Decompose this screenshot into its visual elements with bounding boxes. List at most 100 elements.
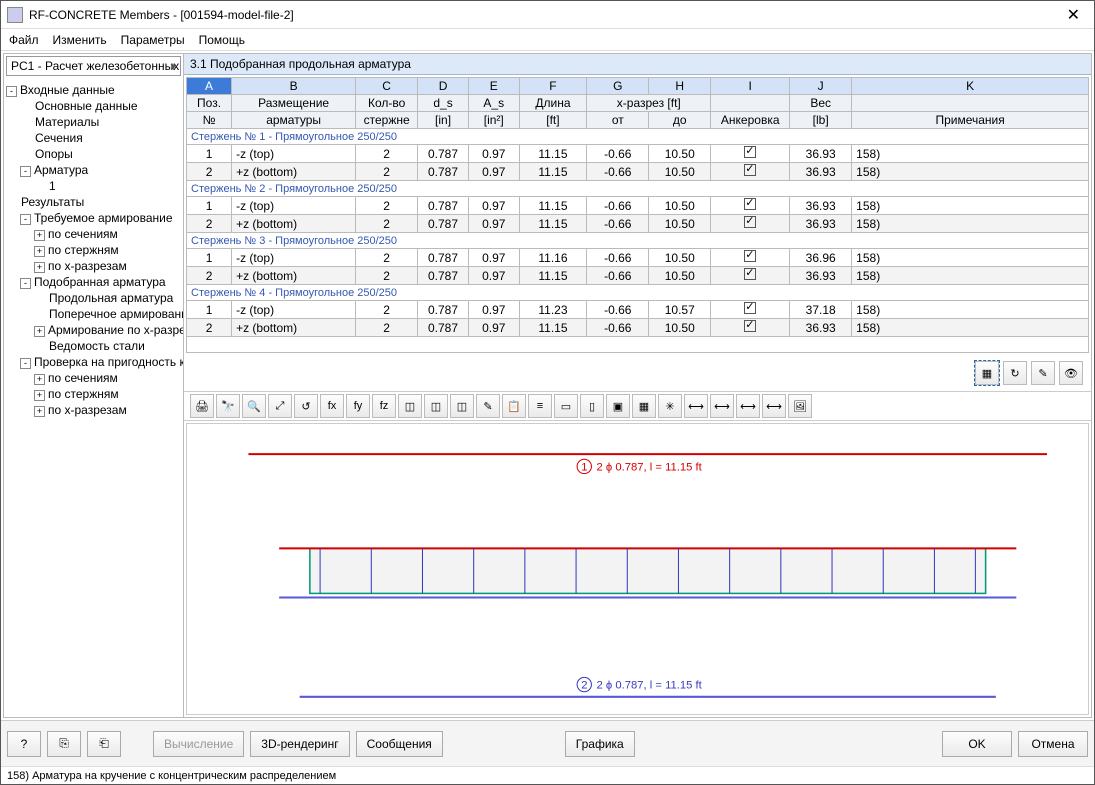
menu-edit[interactable]: Изменить: [53, 33, 107, 47]
rebar-top-num: 1: [581, 462, 587, 474]
export-button[interactable]: ⎘: [47, 731, 81, 757]
tree-node[interactable]: +по стержням: [6, 242, 181, 258]
tb-fy[interactable]: fy: [346, 394, 370, 418]
tree-node[interactable]: +по x-разрезам: [6, 258, 181, 274]
anchor-checkbox[interactable]: [744, 320, 756, 332]
group-row: Стержень № 4 - Прямоугольное 250/250: [187, 285, 1089, 301]
rebar-top-label: 2 ϕ 0.787, l = 11.15 ft: [597, 462, 703, 474]
calc-button[interactable]: Вычисление: [153, 731, 244, 757]
tb-box1[interactable]: ◫: [398, 394, 422, 418]
tb-dim1[interactable]: ⟷: [684, 394, 708, 418]
group-row: Стержень № 1 - Прямоугольное 250/250: [187, 129, 1089, 145]
tree-node[interactable]: +по стержням: [6, 386, 181, 402]
tb-fz[interactable]: fz: [372, 394, 396, 418]
h-scrollbar[interactable]: [184, 717, 1091, 718]
tb-layout2[interactable]: ▯: [580, 394, 604, 418]
menu-params[interactable]: Параметры: [121, 33, 185, 47]
nav-tree[interactable]: -Входные данныеОсновные данныеМатериалыС…: [4, 78, 183, 717]
window-title: RF-CONCRETE Members - [001594-model-file…: [29, 8, 1059, 22]
anchor-checkbox[interactable]: [744, 250, 756, 262]
results-table[interactable]: ABCDEFGHIJKПоз.РазмещениеКол-воd_sA_sДли…: [186, 77, 1089, 353]
anchor-checkbox[interactable]: [744, 302, 756, 314]
tree-node[interactable]: Основные данные: [6, 98, 181, 114]
tree-node[interactable]: Материалы: [6, 114, 181, 130]
table-row[interactable]: 1-z (top)20.7870.9711.16-0.6610.5036.961…: [187, 249, 1089, 267]
grid-btn-1[interactable]: ▦: [975, 361, 999, 385]
titlebar: RF-CONCRETE Members - [001594-model-file…: [1, 1, 1094, 29]
tree-node[interactable]: +по сечениям: [6, 226, 181, 242]
section-header: 3.1 Подобранная продольная арматура: [184, 54, 1091, 75]
tb-sep[interactable]: ≡: [528, 394, 552, 418]
anchor-checkbox[interactable]: [744, 216, 756, 228]
tree-node[interactable]: +по сечениям: [6, 370, 181, 386]
diagram-canvas[interactable]: 1 2 ϕ 0.787, l = 11.15 ft 2 2 ϕ 0.787, l…: [186, 423, 1089, 715]
tree-node[interactable]: +по x-разрезам: [6, 402, 181, 418]
rebar-bot-label: 2 ϕ 0.787, l = 11.15 ft: [597, 680, 703, 692]
cancel-button[interactable]: Отмена: [1018, 731, 1088, 757]
anchor-checkbox[interactable]: [744, 146, 756, 158]
table-row[interactable]: 2+z (bottom)20.7870.9711.15-0.6610.5036.…: [187, 319, 1089, 337]
tree-node[interactable]: Сечения: [6, 130, 181, 146]
tb-fx[interactable]: fx: [320, 394, 344, 418]
tree-node[interactable]: Опоры: [6, 146, 181, 162]
tb-zoomfit[interactable]: ⤢: [268, 394, 292, 418]
tree-node[interactable]: +Армирование по x-разрезам: [6, 322, 181, 338]
table-row[interactable]: 1-z (top)20.7870.9711.23-0.6610.5737.181…: [187, 301, 1089, 319]
tree-node[interactable]: 1: [6, 178, 181, 194]
tree-node[interactable]: -Требуемое армирование: [6, 210, 181, 226]
tree-node[interactable]: -Входные данные: [6, 82, 181, 98]
tb-layout1[interactable]: ▭: [554, 394, 578, 418]
grid-btn-3[interactable]: ✎: [1031, 361, 1055, 385]
case-selector[interactable]: PC1 - Расчет железобетонных: [6, 56, 181, 76]
workspace: PC1 - Расчет железобетонных -Входные дан…: [3, 53, 1092, 718]
table-row[interactable]: 1-z (top)20.7870.9711.15-0.6610.5036.931…: [187, 197, 1089, 215]
tb-layout4[interactable]: ▦: [632, 394, 656, 418]
tree-node[interactable]: -Проверка на пригодность к эксплуатации: [6, 354, 181, 370]
tb-edit[interactable]: ✎: [476, 394, 500, 418]
anchor-checkbox[interactable]: [744, 198, 756, 210]
ok-button[interactable]: OK: [942, 731, 1012, 757]
table-row[interactable]: 2+z (bottom)20.7870.9711.15-0.6610.5036.…: [187, 267, 1089, 285]
anchor-checkbox[interactable]: [744, 268, 756, 280]
render-button[interactable]: 3D-рендеринг: [250, 731, 349, 757]
tree-node[interactable]: -Арматура: [6, 162, 181, 178]
messages-button[interactable]: Сообщения: [356, 731, 443, 757]
grid-btn-2[interactable]: ↻: [1003, 361, 1027, 385]
tb-copy[interactable]: 📋: [502, 394, 526, 418]
tb-axis[interactable]: ✳: [658, 394, 682, 418]
tb-dim3[interactable]: ⟷: [736, 394, 760, 418]
tb-dim4[interactable]: ⟷: [762, 394, 786, 418]
app-icon: [7, 7, 23, 23]
grid-actions: ▦ ↻ ✎ 👁: [184, 355, 1091, 391]
tree-node[interactable]: Результаты: [6, 194, 181, 210]
tb-binoc[interactable]: 🔭: [216, 394, 240, 418]
close-icon[interactable]: ✕: [1059, 5, 1088, 25]
group-row: Стержень № 2 - Прямоугольное 250/250: [187, 181, 1089, 197]
table-row[interactable]: 1-z (top)20.7870.9711.15-0.6610.5036.931…: [187, 145, 1089, 163]
tb-box3[interactable]: ◫: [450, 394, 474, 418]
statusbar: 158) Арматура на кручение с концентричес…: [1, 766, 1094, 784]
tree-node[interactable]: -Подобранная арматура: [6, 274, 181, 290]
tree-node[interactable]: Ведомость стали: [6, 338, 181, 354]
menu-file[interactable]: Файл: [9, 33, 39, 47]
grid-wrap: ABCDEFGHIJKПоз.РазмещениеКол-воd_sA_sДли…: [184, 75, 1091, 355]
tree-node[interactable]: Продольная арматура: [6, 290, 181, 306]
table-row[interactable]: 2+z (bottom)20.7870.9711.15-0.6610.5036.…: [187, 163, 1089, 181]
tb-refresh[interactable]: ↺: [294, 394, 318, 418]
help-button[interactable]: ?: [7, 731, 41, 757]
tb-pic[interactable]: 🖼: [788, 394, 812, 418]
tb-box2[interactable]: ◫: [424, 394, 448, 418]
tree-node[interactable]: Поперечное армирование: [6, 306, 181, 322]
menu-help[interactable]: Помощь: [199, 33, 245, 47]
tb-dim2[interactable]: ⟷: [710, 394, 734, 418]
tb-zoom[interactable]: 🔍: [242, 394, 266, 418]
import-button[interactable]: ⎗: [87, 731, 121, 757]
left-pane: PC1 - Расчет железобетонных -Входные дан…: [4, 54, 184, 717]
tb-layout3[interactable]: ▣: [606, 394, 630, 418]
graphics-button[interactable]: Графика: [565, 731, 635, 757]
anchor-checkbox[interactable]: [744, 164, 756, 176]
tb-print[interactable]: 🖨: [190, 394, 214, 418]
group-row: Стержень № 3 - Прямоугольное 250/250: [187, 233, 1089, 249]
table-row[interactable]: 2+z (bottom)20.7870.9711.15-0.6610.5036.…: [187, 215, 1089, 233]
grid-btn-4[interactable]: 👁: [1059, 361, 1083, 385]
